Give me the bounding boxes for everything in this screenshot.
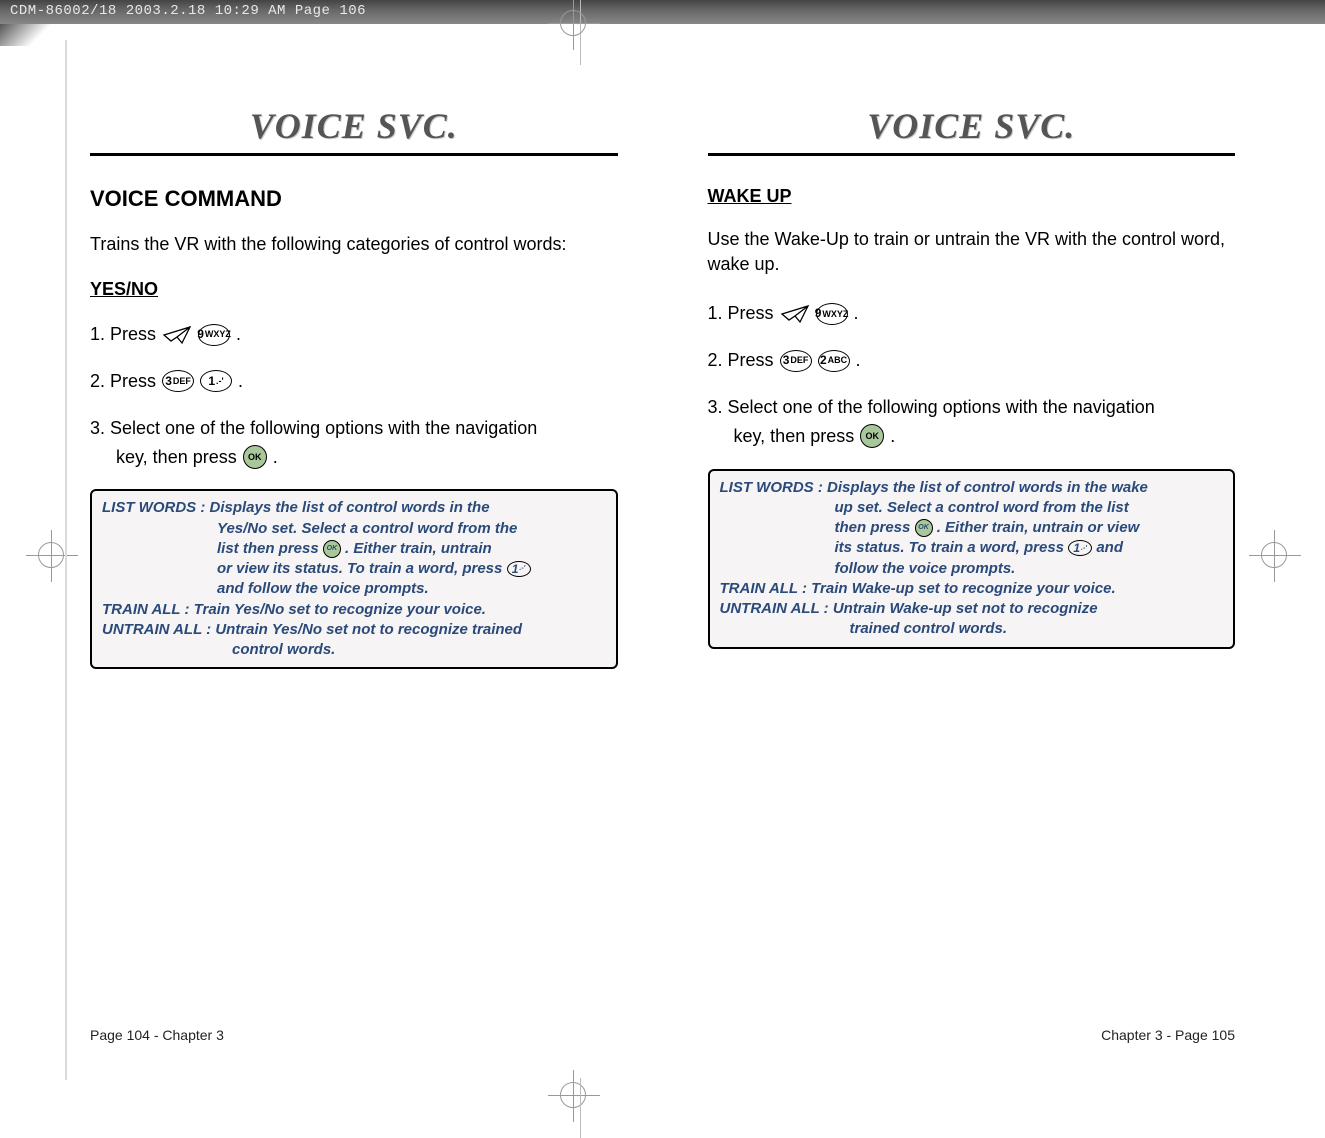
- step-text: .: [236, 320, 241, 349]
- ok-key-icon: OK: [323, 540, 341, 558]
- step-text: key, then press: [116, 443, 237, 472]
- key-3-icon: 3DEF: [162, 370, 194, 392]
- box-text: control words.: [102, 640, 606, 660]
- registration-mark-icon: [560, 10, 586, 36]
- subsection-heading: WAKE UP: [708, 186, 1236, 207]
- box-text: up set. Select a control word from the l…: [720, 498, 1224, 518]
- box-text: Displays the list of control words in th…: [210, 499, 490, 516]
- step-text: 1. Press: [90, 320, 156, 349]
- step-text: .: [854, 299, 859, 328]
- box-text: trained control words.: [720, 619, 1224, 639]
- box-line: or view its status. To train a word, pre…: [102, 559, 606, 579]
- registration-mark-icon: [38, 542, 64, 568]
- ok-key-icon: OK: [915, 519, 933, 537]
- intro-text: Trains the VR with the following categor…: [90, 232, 618, 257]
- step-text: 1. Press: [708, 299, 774, 328]
- step-text: 3. Select one of the following options w…: [708, 397, 1155, 417]
- page-title-left: VOICE SVC.: [90, 105, 618, 156]
- registration-mark-icon: [560, 1082, 586, 1108]
- box-text: and follow the voice prompts.: [102, 579, 606, 599]
- subsection-heading: YES/NO: [90, 279, 618, 300]
- right-page: VOICE SVC. WAKE UP Use the Wake-Up to tr…: [708, 105, 1236, 1043]
- step-text: .: [890, 422, 895, 451]
- footer-right: Chapter 3 - Page 105: [1101, 1027, 1235, 1043]
- step-1: 1. Press 9WXYZ .: [708, 299, 1236, 328]
- page-spread: VOICE SVC. VOICE COMMAND Trains the VR w…: [90, 105, 1235, 1043]
- step-text: 2. Press: [708, 346, 774, 375]
- footer-left: Page 104 - Chapter 3: [90, 1027, 224, 1043]
- box-label: LIST WORDS :: [720, 479, 828, 496]
- box-text: Displays the list of control words in th…: [827, 479, 1148, 496]
- info-box-left: LIST WORDS : Displays the list of contro…: [90, 489, 618, 669]
- step-text: 3. Select one of the following options w…: [90, 418, 537, 438]
- ok-key-icon: OK: [860, 424, 884, 448]
- scan-header-strip: CDM-86002/18 2003.2.18 10:29 AM Page 106: [0, 0, 1325, 24]
- step-2: 2. Press 3DEF 1.-' .: [90, 367, 618, 396]
- box-label: LIST WORDS :: [102, 499, 210, 516]
- step-3: 3. Select one of the following options w…: [90, 414, 618, 472]
- key-2-icon: 2ABC: [818, 350, 850, 372]
- step-text: .: [856, 346, 861, 375]
- ok-key-icon: OK: [243, 445, 267, 469]
- box-text: Yes/No set. Select a control word from t…: [102, 519, 606, 539]
- step-1: 1. Press 9WXYZ .: [90, 320, 618, 349]
- left-page: VOICE SVC. VOICE COMMAND Trains the VR w…: [90, 105, 618, 1043]
- key-3-icon: 3DEF: [780, 350, 812, 372]
- key-1-icon: 1.-': [200, 370, 232, 392]
- box-line: its status. To train a word, press 1.-' …: [720, 538, 1224, 558]
- box-text: UNTRAIN ALL : Untrain Yes/No set not to …: [102, 620, 606, 640]
- box-text: UNTRAIN ALL : Untrain Wake-up set not to…: [720, 599, 1224, 619]
- step-3: 3. Select one of the following options w…: [708, 393, 1236, 451]
- key-9-icon: 9WXYZ: [198, 324, 230, 346]
- paper-plane-icon: [780, 303, 810, 325]
- box-line: list then press OK . Either train, untra…: [102, 539, 606, 559]
- step-text: .: [273, 443, 278, 472]
- section-heading: VOICE COMMAND: [90, 186, 618, 212]
- fold-line-bottom: [580, 1078, 581, 1138]
- step-text: 2. Press: [90, 367, 156, 396]
- step-text: key, then press: [734, 422, 855, 451]
- box-text: TRAIN ALL : Train Wake-up set to recogni…: [720, 579, 1224, 599]
- box-text: TRAIN ALL : Train Yes/No set to recogniz…: [102, 600, 606, 620]
- box-text: follow the voice prompts.: [720, 559, 1224, 579]
- registration-mark-icon: [1261, 542, 1287, 568]
- inner-edge-shadow: [65, 40, 67, 1080]
- key-9-icon: 9WXYZ: [816, 303, 848, 325]
- step-text: .: [238, 367, 243, 396]
- page-title-right: VOICE SVC.: [708, 105, 1236, 156]
- info-box-right: LIST WORDS : Displays the list of contro…: [708, 469, 1236, 649]
- key-1-icon: 1.-': [507, 561, 531, 577]
- key-1-icon: 1.-': [1068, 540, 1092, 556]
- step-2: 2. Press 3DEF 2ABC .: [708, 346, 1236, 375]
- intro-text: Use the Wake-Up to train or untrain the …: [708, 227, 1236, 277]
- scan-wedge: [0, 24, 65, 46]
- paper-plane-icon: [162, 324, 192, 346]
- box-line: then press OK . Either train, untrain or…: [720, 518, 1224, 538]
- scan-header-text: CDM-86002/18 2003.2.18 10:29 AM Page 106: [10, 3, 366, 19]
